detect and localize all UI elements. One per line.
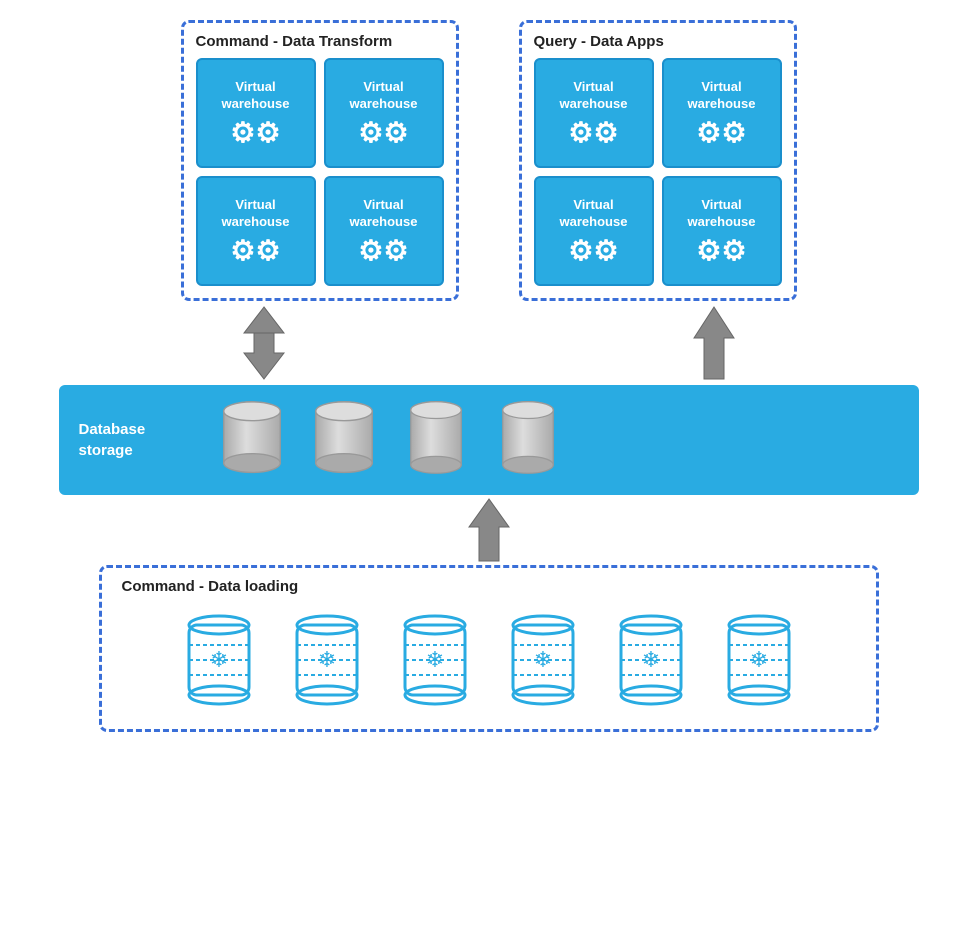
- diagram-container: Command - Data Transform Virtualwarehous…: [0, 0, 977, 941]
- arrow-bottom-up-icon: [459, 495, 519, 565]
- cluster-data-loading-title: Command - Data loading: [122, 578, 856, 595]
- arrow-double-icon: [234, 303, 294, 383]
- loader-icon-2: ❄: [287, 605, 367, 715]
- db-cylinders: [217, 400, 563, 480]
- db-storage-label: Databasestorage: [79, 419, 179, 461]
- svg-text:❄: ❄: [749, 647, 767, 672]
- vw-tile-left-3: Virtualwarehouse ⚙⚙: [196, 176, 316, 286]
- vw-grid-left: Virtualwarehouse ⚙⚙ Virtualwarehouse ⚙⚙ …: [196, 58, 444, 286]
- vw-tile-label: Virtualwarehouse: [560, 197, 628, 231]
- svg-text:❄: ❄: [425, 647, 443, 672]
- loader-item-1: ❄: [174, 605, 264, 715]
- arrow-bottom-row: [20, 495, 957, 565]
- cylinder-icon-1: [217, 400, 287, 480]
- vw-tile-left-4: Virtualwarehouse ⚙⚙: [324, 176, 444, 286]
- vw-tile-left-1: Virtualwarehouse ⚙⚙: [196, 58, 316, 168]
- arrow-double-container: [124, 303, 404, 383]
- loader-item-3: ❄: [390, 605, 480, 715]
- vw-tile-right-4: Virtualwarehouse ⚙⚙: [662, 176, 782, 286]
- vw-tile-right-1: Virtualwarehouse ⚙⚙: [534, 58, 654, 168]
- vw-grid-right: Virtualwarehouse ⚙⚙ Virtualwarehouse ⚙⚙ …: [534, 58, 782, 286]
- vw-tile-label: Virtualwarehouse: [688, 197, 756, 231]
- svg-text:❄: ❄: [533, 647, 551, 672]
- loader-icon-5: ❄: [611, 605, 691, 715]
- loader-item-4: ❄: [498, 605, 588, 715]
- svg-text:❄: ❄: [209, 647, 227, 672]
- svg-text:❄: ❄: [317, 647, 335, 672]
- loader-item-2: ❄: [282, 605, 372, 715]
- loader-icon-3: ❄: [395, 605, 475, 715]
- gear-icon-1: ⚙⚙: [230, 119, 280, 147]
- cluster-data-loading: Command - Data loading ❄: [99, 565, 879, 732]
- loader-item-6: ❄: [714, 605, 804, 715]
- vw-tile-label: Virtualwarehouse: [350, 197, 418, 231]
- cylinder-icon-2: [309, 400, 379, 480]
- gear-icon-4: ⚙⚙: [358, 237, 408, 265]
- gear-icon-2: ⚙⚙: [358, 119, 408, 147]
- vw-tile-left-2: Virtualwarehouse ⚙⚙: [324, 58, 444, 168]
- cylinder-icon-3: [401, 400, 471, 480]
- arrow-gap-filler: [464, 303, 514, 383]
- gear-icon-3: ⚙⚙: [230, 237, 280, 265]
- gear-icon-8: ⚙⚙: [696, 237, 746, 265]
- arrow-up-icon: [684, 303, 744, 383]
- arrows-row-top: [20, 303, 957, 383]
- cluster-query-apps-title: Query - Data Apps: [534, 33, 782, 50]
- vw-tile-label: Virtualwarehouse: [560, 79, 628, 113]
- loader-row: ❄ ❄: [122, 605, 856, 715]
- vw-tile-right-2: Virtualwarehouse ⚙⚙: [662, 58, 782, 168]
- vw-tile-right-3: Virtualwarehouse ⚙⚙: [534, 176, 654, 286]
- loader-icon-6: ❄: [719, 605, 799, 715]
- loader-icon-1: ❄: [179, 605, 259, 715]
- cluster-query-apps: Query - Data Apps Virtualwarehouse ⚙⚙ Vi…: [519, 20, 797, 301]
- loader-icon-4: ❄: [503, 605, 583, 715]
- loader-item-5: ❄: [606, 605, 696, 715]
- vw-tile-label: Virtualwarehouse: [222, 79, 290, 113]
- vw-tile-label: Virtualwarehouse: [688, 79, 756, 113]
- cluster-data-transform: Command - Data Transform Virtualwarehous…: [181, 20, 459, 301]
- vw-tile-label: Virtualwarehouse: [222, 197, 290, 231]
- gear-icon-7: ⚙⚙: [568, 237, 618, 265]
- gear-icon-5: ⚙⚙: [568, 119, 618, 147]
- vw-tile-label: Virtualwarehouse: [350, 79, 418, 113]
- cylinder-icon-4: [493, 400, 563, 480]
- arrow-up-container: [574, 303, 854, 383]
- cluster-data-transform-title: Command - Data Transform: [196, 33, 444, 50]
- svg-text:❄: ❄: [641, 647, 659, 672]
- db-storage-bar: Databasestorage: [59, 385, 919, 495]
- gear-icon-6: ⚙⚙: [696, 119, 746, 147]
- top-row: Command - Data Transform Virtualwarehous…: [20, 20, 957, 301]
